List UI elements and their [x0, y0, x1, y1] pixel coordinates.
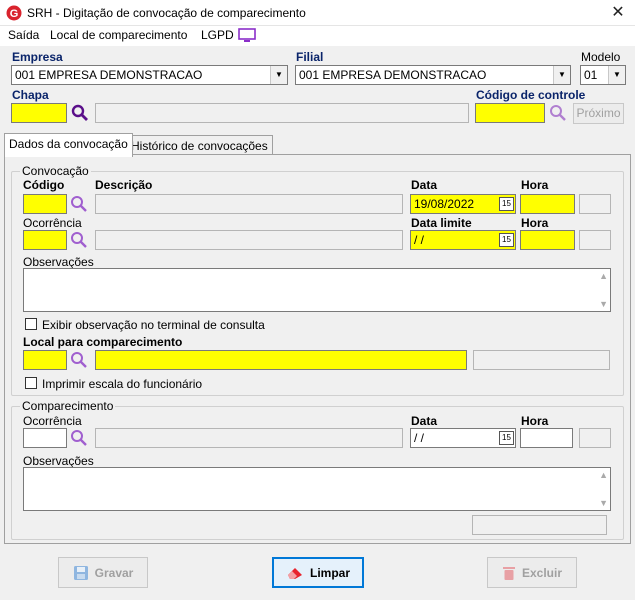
search-icon[interactable]	[70, 429, 88, 447]
exibir-obs-checkbox[interactable]	[25, 318, 37, 330]
hora-extra-field	[579, 194, 611, 214]
observacoes-textarea[interactable]: ▲ ▼	[23, 268, 611, 312]
save-icon	[73, 565, 88, 580]
local-label: Local para comparecimento	[23, 335, 183, 349]
ocorrencia-input[interactable]	[23, 230, 67, 250]
eraser-icon	[287, 567, 302, 579]
chapa-input[interactable]	[11, 103, 67, 123]
excluir-label: Excluir	[521, 565, 563, 580]
modelo-value: 01	[584, 68, 598, 82]
chevron-down-icon[interactable]: ▼	[553, 66, 570, 84]
comp-observacoes-label: Observações	[23, 454, 94, 468]
window-title: SRH - Digitação de convocação de compare…	[27, 6, 306, 20]
chevron-down-icon[interactable]: ▼	[608, 66, 625, 84]
codigo-input[interactable]	[23, 194, 67, 214]
ocorrencia-label: Ocorrência	[23, 216, 82, 230]
codigo-controle-label: Código de controle	[476, 88, 586, 102]
data-input[interactable]: 19/08/2022 15	[410, 194, 516, 214]
local-extra-field	[473, 350, 610, 370]
gravar-button[interactable]: Gravar	[58, 557, 148, 588]
calendar-icon[interactable]: 15	[499, 233, 514, 247]
hora-label: Hora	[521, 178, 549, 192]
scroll-up-icon[interactable]: ▲	[599, 470, 608, 480]
svg-text:G: G	[10, 8, 19, 20]
codigo-controle-input[interactable]	[475, 103, 545, 123]
search-icon[interactable]	[70, 351, 88, 369]
hora2-extra-field	[579, 230, 611, 250]
app-logo-icon: G	[6, 5, 22, 21]
tab-dados-convocacao[interactable]: Dados da convocação	[4, 133, 133, 157]
proximo-button[interactable]: Próximo	[573, 103, 624, 124]
data-value: 19/08/2022	[414, 197, 475, 211]
chapa-description	[95, 103, 469, 123]
observacoes-label: Observações	[23, 255, 94, 269]
data-limite-label: Data limite	[411, 216, 472, 230]
limpar-label: Limpar	[309, 565, 350, 580]
comp-hora-extra-field	[579, 428, 611, 448]
filial-label: Filial	[296, 50, 324, 64]
comp-observacoes-textarea[interactable]: ▲ ▼	[23, 467, 611, 511]
comp-ocorrencia-input[interactable]	[23, 428, 67, 448]
gravar-label: Gravar	[94, 565, 134, 580]
comp-data-label: Data	[411, 414, 438, 428]
comp-hora-input[interactable]	[520, 428, 573, 448]
empresa-select[interactable]: 001 EMPRESA DEMONSTRACAO ▼	[11, 65, 288, 85]
search-icon[interactable]	[70, 231, 88, 249]
menu-lgpd[interactable]: LGPD	[201, 28, 234, 42]
comparecimento-group-title: Comparecimento	[20, 399, 116, 413]
comp-ocorrencia-description	[95, 428, 403, 448]
hora-input[interactable]	[520, 194, 575, 214]
local-codigo-input[interactable]	[23, 350, 67, 370]
filial-select[interactable]: 001 EMPRESA DEMONSTRACAO ▼	[295, 65, 571, 85]
modelo-select[interactable]: 01 ▼	[580, 65, 626, 85]
comp-ocorrencia-label: Ocorrência	[23, 414, 82, 428]
monitor-icon[interactable]	[238, 28, 256, 43]
modelo-label: Modelo	[581, 50, 621, 64]
comp-data-value: / /	[414, 431, 425, 445]
excluir-button[interactable]: Excluir	[487, 557, 577, 588]
descricao-field	[95, 194, 403, 214]
scroll-down-icon[interactable]: ▼	[599, 299, 608, 309]
search-icon[interactable]	[70, 195, 88, 213]
ocorrencia-description	[95, 230, 403, 250]
convocacao-group-title: Convocação	[20, 164, 91, 178]
chevron-down-icon[interactable]: ▼	[270, 66, 287, 84]
calendar-icon[interactable]: 15	[499, 197, 514, 211]
empresa-value: 001 EMPRESA DEMONSTRACAO	[15, 68, 203, 82]
descricao-label: Descrição	[95, 178, 153, 192]
data-label: Data	[411, 178, 438, 192]
chapa-label: Chapa	[12, 88, 49, 102]
hora2-input[interactable]	[520, 230, 575, 250]
comp-status-field	[472, 515, 607, 535]
data-limite-value: / /	[414, 233, 425, 247]
empresa-label: Empresa	[12, 50, 63, 64]
data-limite-input[interactable]: / / 15	[410, 230, 516, 250]
local-descricao-field[interactable]	[95, 350, 467, 370]
search-icon[interactable]	[549, 104, 567, 122]
scroll-down-icon[interactable]: ▼	[599, 498, 608, 508]
search-icon[interactable]	[71, 104, 89, 122]
trash-icon	[502, 566, 515, 580]
menu-saida[interactable]: Saída	[8, 28, 39, 42]
imprimir-escala-checkbox[interactable]	[25, 377, 37, 389]
calendar-icon[interactable]: 15	[499, 431, 514, 445]
filial-value: 001 EMPRESA DEMONSTRACAO	[299, 68, 487, 82]
close-icon[interactable]: ✕	[606, 2, 630, 24]
limpar-button[interactable]: Limpar	[272, 557, 364, 588]
comp-data-input[interactable]: / / 15	[410, 428, 516, 448]
imprimir-escala-label: Imprimir escala do funcionário	[42, 377, 203, 391]
hora2-label: Hora	[521, 216, 549, 230]
exibir-obs-label: Exibir observação no terminal de consult…	[42, 318, 265, 332]
menu-local-comparecimento[interactable]: Local de comparecimento	[50, 28, 187, 42]
scroll-up-icon[interactable]: ▲	[599, 271, 608, 281]
codigo-label: Código	[23, 178, 65, 192]
comp-hora-label: Hora	[521, 414, 549, 428]
